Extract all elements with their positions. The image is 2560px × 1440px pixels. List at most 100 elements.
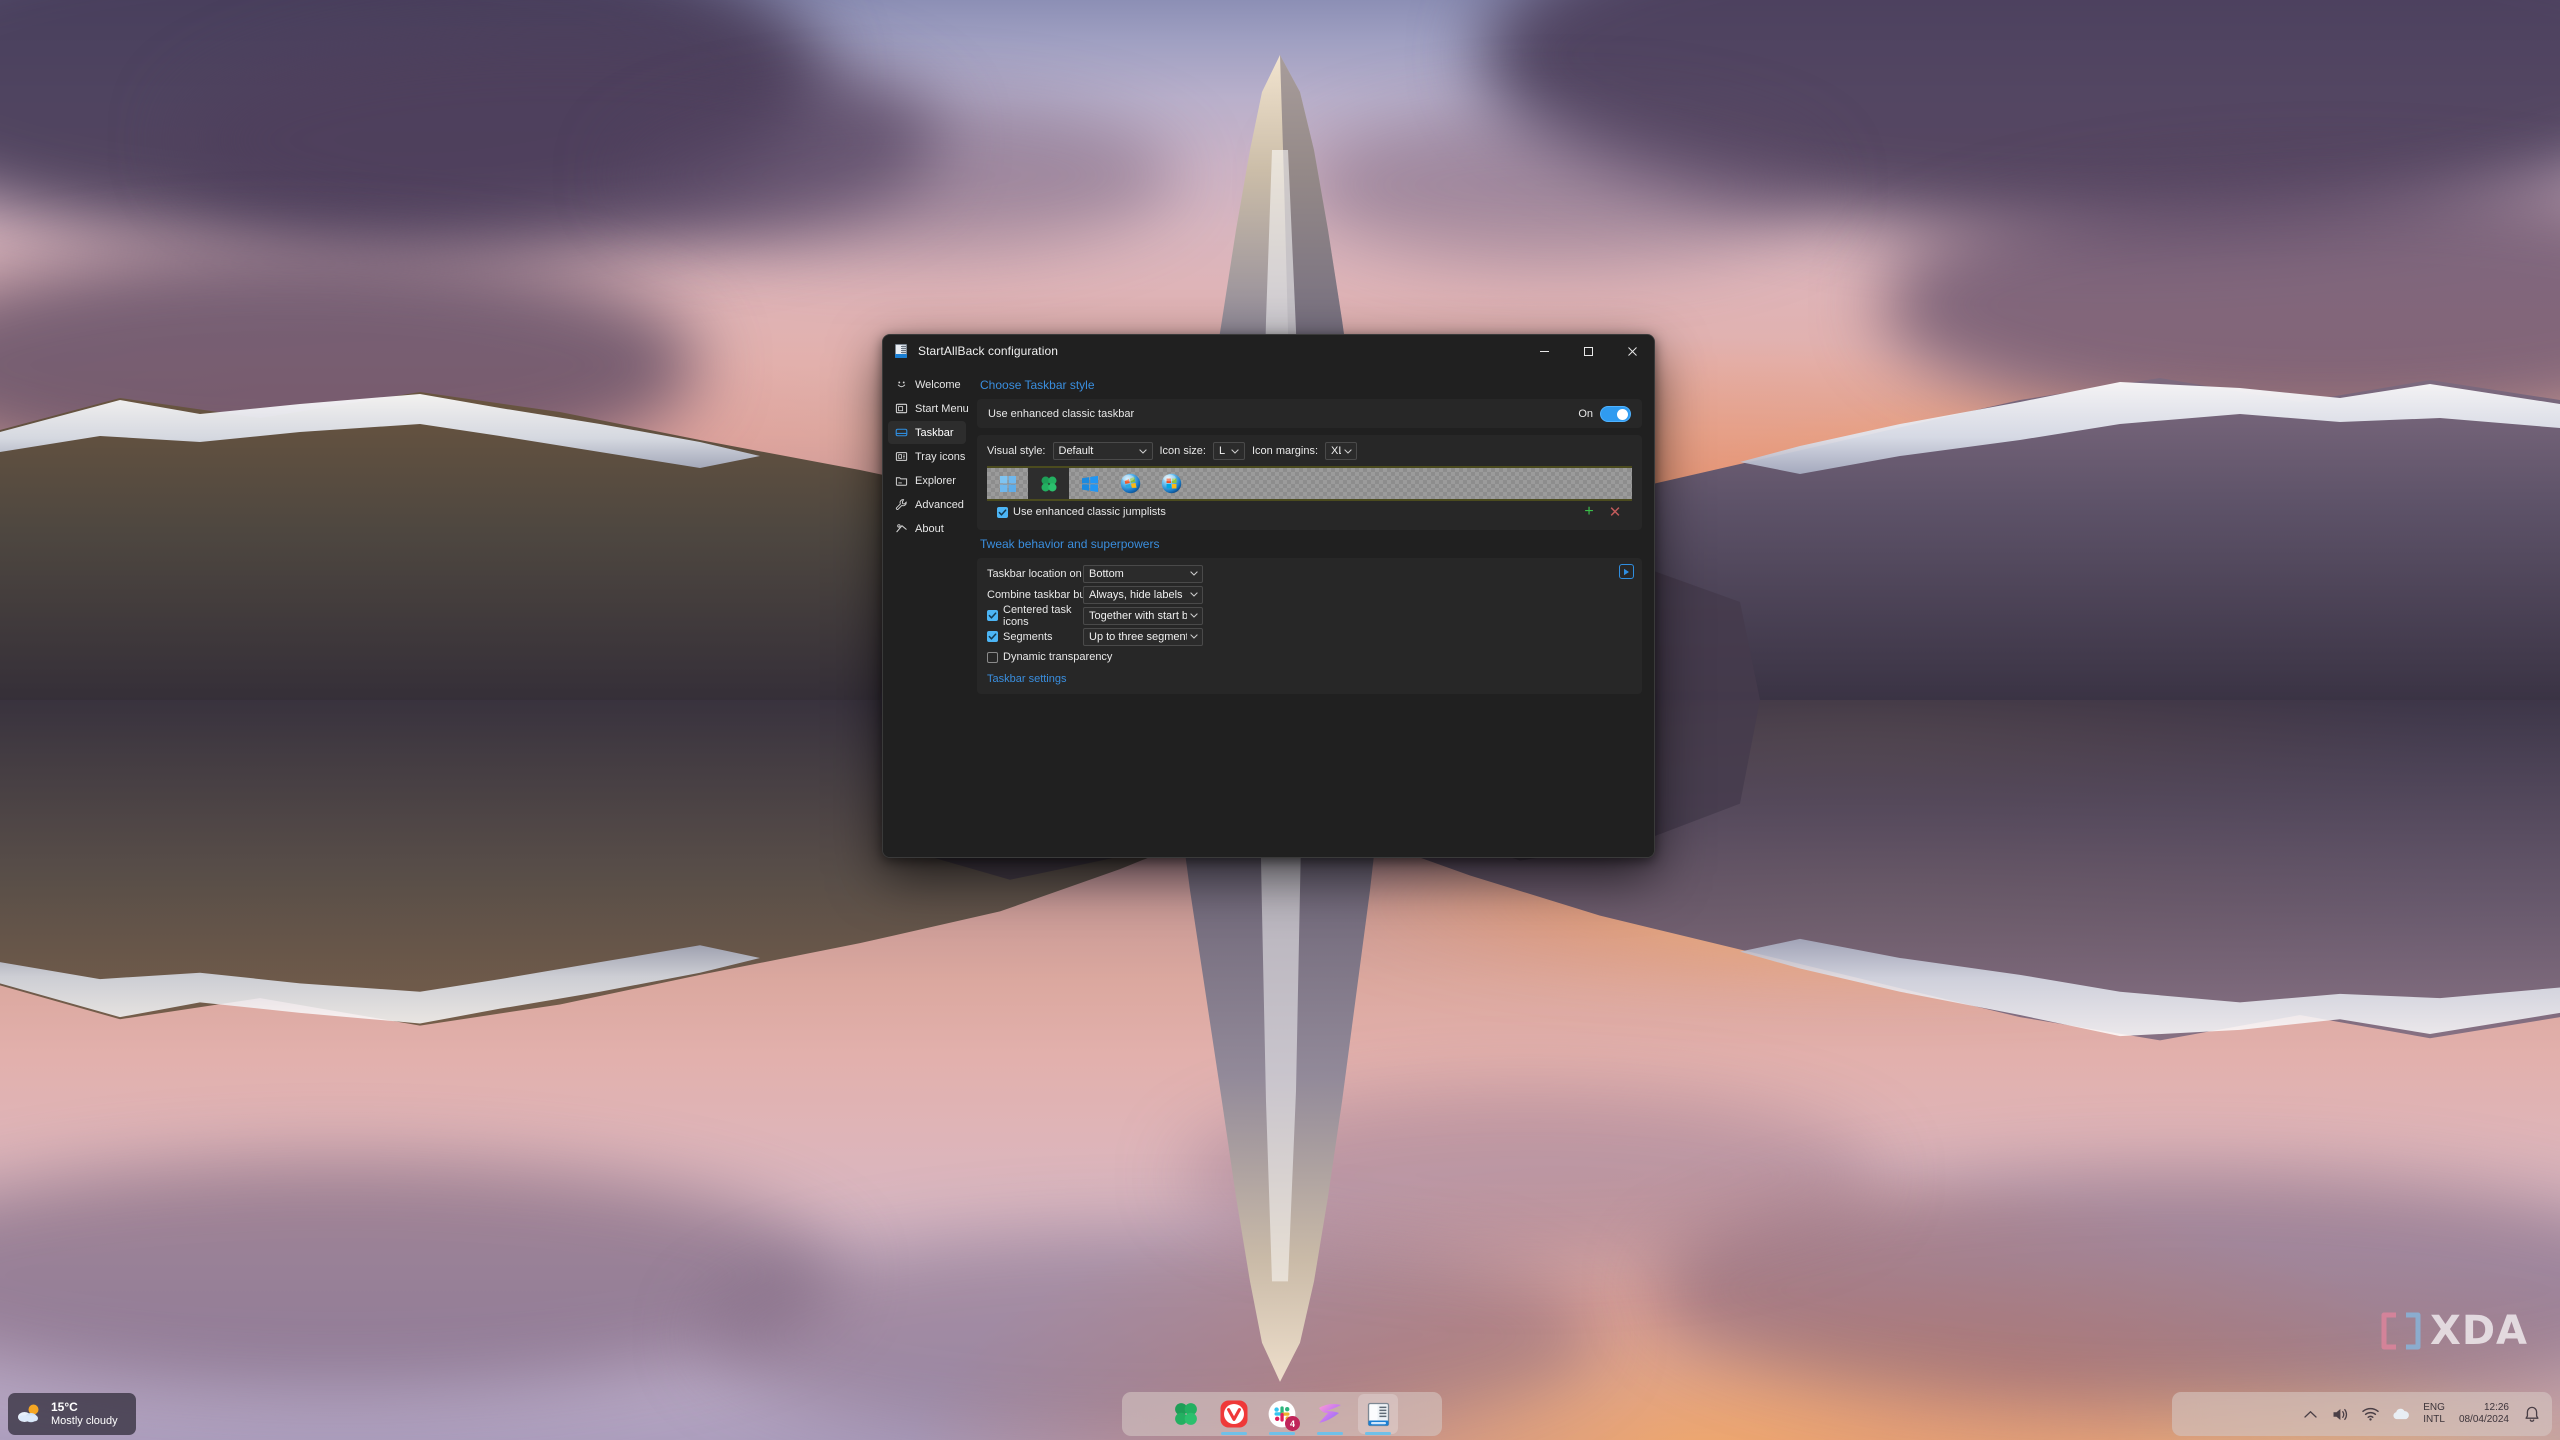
visual-style-label: Visual style:	[987, 445, 1046, 457]
sidebar-item-about[interactable]: About	[888, 517, 966, 540]
sidebar-navigation[interactable]: Welcome Start Menu Taskbar Tray icons Ex…	[883, 367, 971, 857]
taskbar-system-tray-segment[interactable]: ENG INTL 12:26 08/04/2024	[2172, 1392, 2552, 1436]
segments-label-group[interactable]: Segments	[987, 631, 1083, 643]
green-clover-logo-icon	[1041, 476, 1056, 491]
section-heading-tweak: Tweak behavior and superpowers	[980, 537, 1160, 551]
chevron-down-icon	[1229, 448, 1242, 454]
bell-icon[interactable]	[2523, 1406, 2540, 1423]
weather-condition: Mostly cloudy	[51, 1414, 118, 1427]
segments-value: Up to three segments	[1089, 630, 1187, 643]
taskbar-location-select[interactable]: Bottom	[1083, 564, 1203, 583]
wrench-icon	[894, 498, 908, 512]
sidebar-item-start-menu[interactable]: Start Menu	[888, 397, 969, 420]
language-primary: ENG	[2423, 1401, 2445, 1413]
window-titlebar[interactable]: StartAllBack configuration	[883, 335, 1654, 367]
wifi-icon[interactable]	[2362, 1406, 2380, 1423]
design-app[interactable]	[1310, 1394, 1350, 1435]
plus-icon[interactable]: +	[1582, 504, 1596, 520]
weather-widget[interactable]: 15°C Mostly cloudy	[8, 1393, 136, 1435]
centered-icons-checkbox[interactable]	[987, 610, 998, 621]
centered-icons-label-group[interactable]: Centered task icons	[987, 604, 1083, 628]
taskbar-center-segment[interactable]: 4	[1122, 1392, 1442, 1436]
start-button-option-win11-light[interactable]	[987, 468, 1028, 499]
dynamic-transparency-checkbox[interactable]	[987, 651, 998, 663]
onedrive-cloud-icon[interactable]	[2392, 1406, 2410, 1423]
sidebar-item-advanced[interactable]: Advanced	[888, 493, 966, 516]
visual-style-value: Default	[1058, 445, 1094, 457]
chevron-down-icon	[1187, 634, 1200, 639]
combine-buttons-select[interactable]: Always, hide labels	[1083, 585, 1203, 604]
combine-buttons-label: Combine taskbar buttons:	[987, 588, 1113, 601]
xda-wordmark: XDA	[2430, 1308, 2528, 1354]
start-clover-button[interactable]	[1166, 1394, 1206, 1434]
start-button-option-green-clover[interactable]	[1028, 468, 1069, 499]
language-indicator[interactable]: ENG INTL	[2423, 1402, 2445, 1427]
clock-date: 08/04/2024	[2458, 1414, 2509, 1425]
cross-icon[interactable]: ✕	[1608, 505, 1622, 520]
enhanced-taskbar-toggle-row[interactable]: Use enhanced classic taskbar On	[977, 399, 1642, 428]
chevron-down-icon	[1187, 571, 1200, 576]
volume-icon[interactable]	[2332, 1406, 2349, 1423]
centered-icons-select[interactable]: Together with start button	[1083, 606, 1203, 625]
running-indicator	[1365, 1432, 1391, 1435]
tray-icon	[894, 450, 908, 464]
sun-behind-cloud-icon	[18, 1404, 39, 1423]
play-preview-icon[interactable]	[1619, 564, 1634, 579]
sidebar-item-taskbar[interactable]: Taskbar	[888, 421, 966, 444]
visual-style-select[interactable]: Default	[1052, 442, 1153, 460]
sidebar-item-tray-icons[interactable]: Tray icons	[888, 445, 966, 468]
sidebar-item-label: About	[915, 522, 944, 535]
start-button-gallery-empty-area[interactable]	[1192, 468, 1632, 499]
close-button[interactable]	[1610, 335, 1654, 367]
xda-watermark: XDA	[2379, 1308, 2528, 1354]
sidebar-item-label: Taskbar	[915, 426, 954, 439]
enhanced-taskbar-switch[interactable]	[1600, 405, 1631, 422]
taskbar-settings-link[interactable]: Taskbar settings	[987, 673, 1066, 685]
segments-checkbox[interactable]	[987, 631, 998, 642]
tweak-behavior-card: Taskbar location on screen: Bottom Combi…	[977, 558, 1642, 694]
vivaldi-app[interactable]	[1214, 1394, 1254, 1435]
jumplists-row[interactable]: Use enhanced classic jumplists + ✕	[987, 501, 1632, 524]
dynamic-transparency-label: Dynamic transparency	[1003, 651, 1113, 663]
chevron-up-icon[interactable]	[2302, 1406, 2319, 1423]
icon-margins-select[interactable]: XL	[1325, 442, 1357, 460]
smiley-icon	[894, 378, 908, 392]
start-button-gallery[interactable]	[987, 466, 1632, 501]
chevron-down-icon	[1137, 448, 1150, 454]
enhanced-taskbar-label: Use enhanced classic taskbar	[988, 407, 1135, 420]
tray-icons-group[interactable]	[2302, 1406, 2410, 1423]
win7-orb-logo-icon	[1120, 473, 1141, 494]
start-button-option-vista-orb[interactable]	[1151, 468, 1192, 499]
startallback-configuration-window[interactable]: StartAllBack configuration Welcome Start…	[882, 334, 1655, 858]
sidebar-item-welcome[interactable]: Welcome	[888, 373, 966, 396]
window-title: StartAllBack configuration	[918, 344, 1059, 358]
settings-content-panel: Choose Taskbar style Use enhanced classi…	[971, 367, 1654, 857]
start-button-option-win10-blue[interactable]	[1069, 468, 1110, 499]
jumplists-checkbox[interactable]	[997, 506, 1008, 518]
startmenu-icon	[894, 402, 908, 416]
centered-icons-value: Together with start button	[1089, 609, 1187, 622]
chevron-down-icon	[1187, 592, 1200, 597]
maximize-button[interactable]	[1566, 335, 1610, 367]
start-button-option-win7-orb[interactable]	[1110, 468, 1151, 499]
vivaldi-icon	[1220, 1400, 1248, 1428]
sidebar-item-label: Explorer	[915, 474, 956, 487]
startallback-app[interactable]	[1358, 1394, 1398, 1435]
running-indicator	[1221, 1432, 1247, 1435]
slack-app[interactable]: 4	[1262, 1394, 1302, 1435]
icon-size-label: Icon size:	[1159, 445, 1206, 457]
segments-select[interactable]: Up to three segments	[1083, 627, 1203, 646]
window-controls[interactable]	[1522, 335, 1654, 367]
xda-bracket-logo-icon	[2381, 1312, 2421, 1350]
clock-and-date[interactable]: 12:26 08/04/2024	[2459, 1402, 2509, 1427]
win11-light-logo-icon	[999, 475, 1016, 492]
icon-size-select[interactable]: L	[1212, 442, 1245, 460]
dynamic-transparency-row[interactable]: Dynamic transparency	[987, 649, 1632, 665]
vista-orb-logo-icon	[1161, 473, 1182, 494]
notification-badge: 4	[1285, 1416, 1300, 1431]
icon-margins-value: XL	[1331, 445, 1341, 457]
sidebar-item-explorer[interactable]: Explorer	[888, 469, 966, 492]
taskbar-location-label: Taskbar location on screen:	[987, 567, 1121, 580]
minimize-button[interactable]	[1522, 335, 1566, 367]
desktop[interactable]: StartAllBack configuration Welcome Start…	[0, 0, 2560, 1440]
